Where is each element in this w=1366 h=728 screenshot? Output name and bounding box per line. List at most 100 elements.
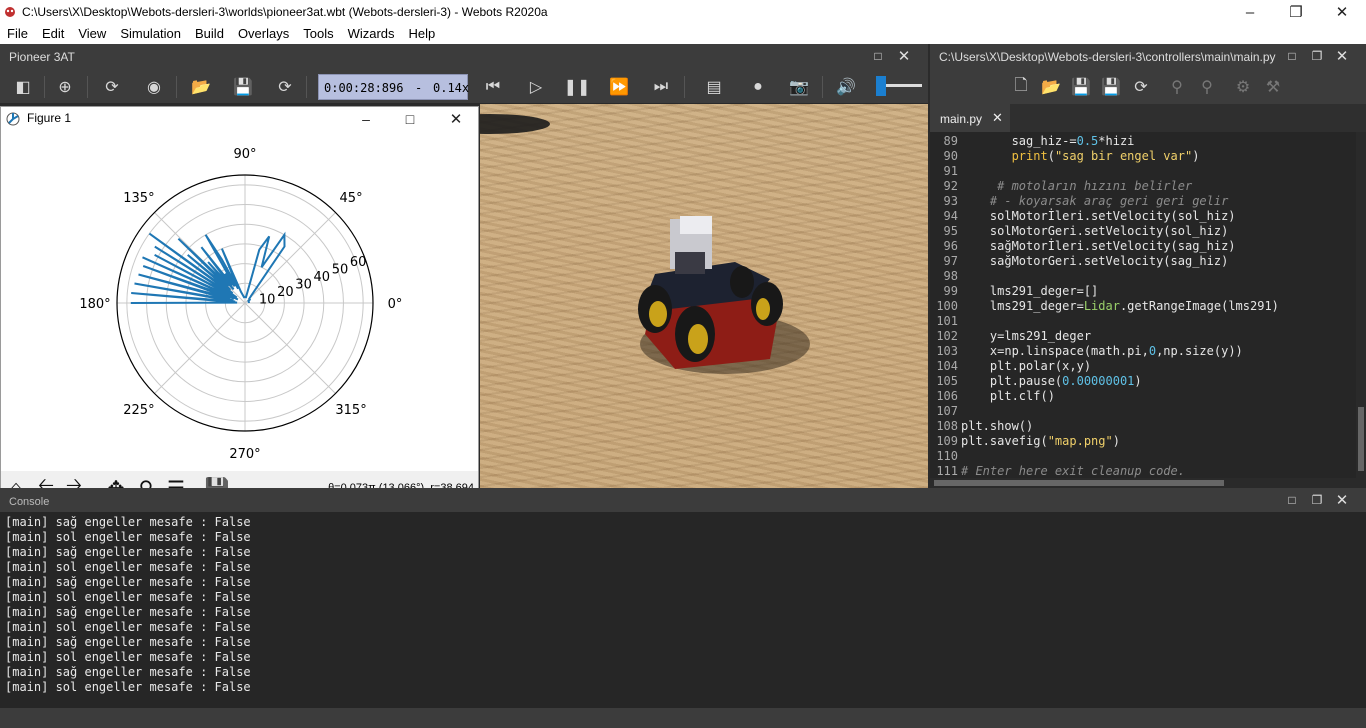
editor-vertical-scrollbar[interactable]: [1356, 132, 1366, 478]
new-file-icon[interactable]: 🗋: [1010, 76, 1032, 98]
add-node-icon[interactable]: ⊕: [54, 76, 76, 98]
pane-float-icon[interactable]: □: [866, 44, 890, 68]
console-output[interactable]: [main] sağ engeller mesafe : False [main]…: [0, 512, 1366, 708]
find-icon[interactable]: ⚲: [1166, 76, 1188, 98]
menu-file[interactable]: File: [0, 24, 35, 44]
polar-plot[interactable]: 0° 45° 90° 135° 180° 225° 270° 315° 102030405060: [1, 131, 478, 471]
save-world-icon[interactable]: 💾: [232, 76, 254, 98]
open-world-icon[interactable]: 📂: [190, 76, 212, 98]
line-number: 92: [943, 179, 958, 193]
angular-gridline: [244, 302, 336, 394]
reset-simulation-icon[interactable]: ⏮: [482, 76, 504, 98]
pause-icon[interactable]: ❚❚: [564, 76, 591, 98]
line-number: 93: [943, 194, 958, 208]
code-text: y=lms291_deger: [961, 329, 1092, 343]
record-animation-icon[interactable]: ●: [747, 76, 769, 98]
line-number: 108: [936, 419, 958, 433]
tab-label: main.py: [940, 112, 983, 126]
radial-tick-label: 20: [277, 285, 294, 300]
console-undock-icon[interactable]: ❐: [1305, 488, 1329, 512]
toolbar-divider: [87, 76, 88, 98]
editor-float-icon[interactable]: □: [1280, 44, 1304, 68]
fast-forward-icon[interactable]: ⏭: [650, 76, 672, 98]
console-float-icon[interactable]: □: [1280, 488, 1304, 512]
line-number: 94: [943, 209, 958, 223]
editor-horizontal-scrollbar[interactable]: [930, 478, 1366, 488]
menu-overlays[interactable]: Overlays: [231, 24, 296, 44]
reload-world-icon[interactable]: ⟳: [274, 76, 296, 98]
save-as-icon[interactable]: 💾: [1100, 76, 1122, 98]
angle-tick-label: 90°: [233, 147, 256, 162]
open-file-icon[interactable]: 📂: [1040, 76, 1062, 98]
pioneer-robot-render: [480, 114, 810, 374]
3d-view[interactable]: [480, 104, 928, 488]
simulation-speed: 0.14x: [433, 81, 470, 95]
minimize-button[interactable]: –: [1227, 0, 1273, 24]
menu-tools[interactable]: Tools: [296, 24, 340, 44]
figure-minimize-button[interactable]: –: [343, 107, 389, 131]
run-realtime-icon[interactable]: ⏩: [608, 76, 630, 98]
step-icon[interactable]: ▷: [525, 76, 547, 98]
figure-close-button[interactable]: ✕: [433, 107, 479, 131]
tab-main-py[interactable]: main.py ✕: [930, 104, 1010, 132]
figure-window[interactable]: Figure 1 – □ ✕ 0° 45° 90° 135° 180° 225° 270° 3…: [0, 106, 479, 504]
close-button[interactable]: ✕: [1319, 0, 1365, 24]
robot-name: Pioneer 3AT: [9, 50, 75, 64]
menu-view[interactable]: View: [71, 24, 113, 44]
menu-simulation[interactable]: Simulation: [113, 24, 188, 44]
line-number: 111: [936, 464, 958, 478]
tab-close-icon[interactable]: ✕: [992, 110, 1003, 126]
matplotlib-logo-icon: [6, 112, 20, 126]
editor-toolbar: 🗋 📂 💾 💾 ⟳ ⚲ ⚲ ⚙ ⚒: [930, 68, 1366, 104]
build-icon[interactable]: ⚙: [1232, 76, 1254, 98]
code-text: print("sag bir engel var"): [1011, 149, 1200, 163]
menu-bar: File Edit View Simulation Build Overlays…: [0, 24, 1366, 44]
clean-icon[interactable]: ⚒: [1262, 76, 1284, 98]
line-number: 90: [943, 149, 958, 163]
radial-tick-label: 40: [313, 270, 330, 285]
figure-maximize-button[interactable]: □: [387, 107, 433, 131]
screenshot-icon[interactable]: 📷: [788, 76, 810, 98]
simulation-time-display: 0:00:28:896 - 0.14x: [318, 74, 470, 100]
code-text: sag_hiz-=0.5*hizi: [961, 134, 1135, 148]
status-bar: [0, 708, 1366, 728]
code-editor[interactable]: 89 sag_hiz-=0.5*hizi 90 print("sag bir en…: [930, 132, 1366, 478]
angle-tick-label: 180°: [79, 297, 110, 312]
code-text: # Enter here exit cleanup code.: [961, 464, 1185, 478]
replace-icon[interactable]: ⚲: [1196, 76, 1218, 98]
editor-close-icon[interactable]: ✕: [1330, 44, 1354, 68]
console-close-icon[interactable]: ✕: [1330, 488, 1354, 512]
code-text: sağMotorİleri.setVelocity(sag_hiz): [961, 239, 1236, 253]
code-text: solMotorGeri.setVelocity(sol_hiz): [961, 224, 1229, 238]
menu-help[interactable]: Help: [402, 24, 443, 44]
radial-tick-label: 50: [332, 262, 349, 277]
menu-wizards[interactable]: Wizards: [341, 24, 402, 44]
angle-tick-label: 45°: [340, 191, 363, 206]
save-file-icon[interactable]: 💾: [1070, 76, 1092, 98]
sound-icon[interactable]: 🔊: [835, 76, 857, 98]
line-number: 106: [936, 389, 958, 403]
editor-pane-header: C:\Users\X\Desktop\Webots-dersleri-3\con…: [930, 44, 1366, 68]
line-number: 103: [936, 344, 958, 358]
view-eye-icon[interactable]: ◉: [143, 76, 165, 98]
console-line: [main] sol engeller mesafe : False: [5, 530, 251, 544]
editor-undock-icon[interactable]: ❐: [1305, 44, 1329, 68]
volume-slider-handle[interactable]: [876, 76, 886, 96]
restore-button[interactable]: ❐: [1273, 0, 1319, 24]
scrollbar-thumb[interactable]: [934, 480, 1224, 486]
menu-build[interactable]: Build: [188, 24, 231, 44]
menu-edit[interactable]: Edit: [35, 24, 71, 44]
pane-close-icon[interactable]: ✕: [892, 44, 916, 68]
line-number: 110: [936, 449, 958, 463]
toggle-scene-tree-icon[interactable]: ◧: [12, 76, 34, 98]
editor-file-path: C:\Users\X\Desktop\Webots-dersleri-3\con…: [939, 50, 1276, 64]
revert-icon[interactable]: ⟳: [1130, 76, 1152, 98]
code-text: # motoların hızını belirler: [997, 179, 1193, 193]
scene-pane-header: Pioneer 3AT □ ✕: [0, 44, 928, 68]
simulation-time: 0:00:28:896: [324, 81, 404, 95]
record-movie-icon[interactable]: ▤: [703, 76, 725, 98]
reset-viewpoint-icon[interactable]: ⟳: [101, 76, 123, 98]
code-text: solMotorİleri.setVelocity(sol_hiz): [961, 209, 1236, 223]
scrollbar-thumb[interactable]: [1358, 407, 1364, 471]
line-number: 101: [936, 314, 958, 328]
